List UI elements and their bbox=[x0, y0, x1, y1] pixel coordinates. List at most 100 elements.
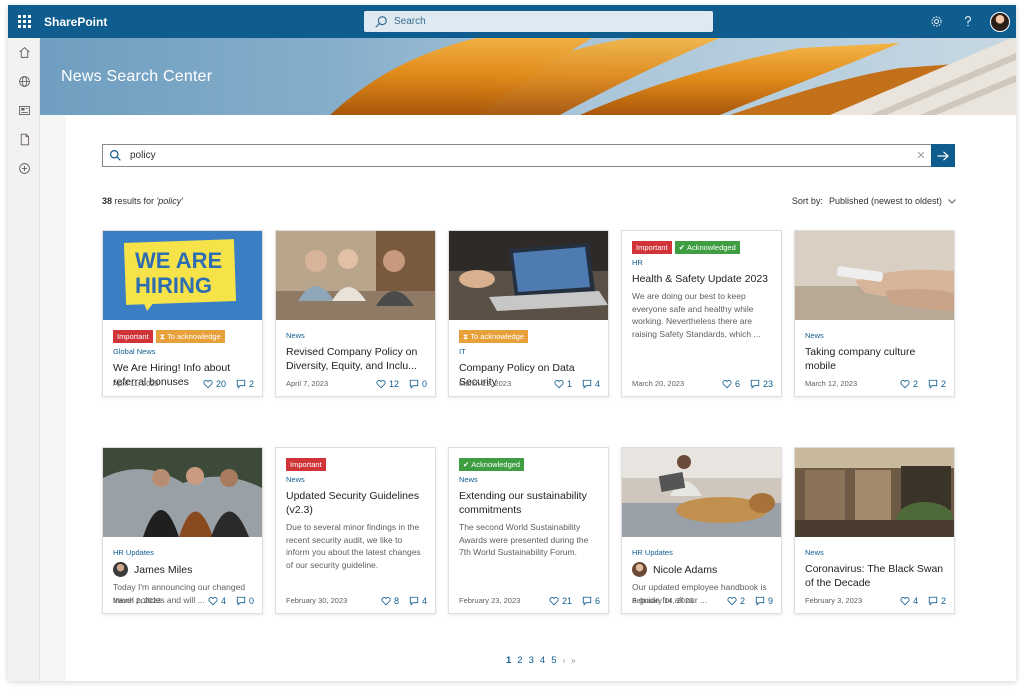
like-count: 20 bbox=[215, 378, 226, 389]
card-date: February 23, 2023 bbox=[459, 596, 521, 605]
heart-icon bbox=[722, 379, 732, 388]
card-footer: March 20, 2023 6 23 bbox=[632, 378, 773, 389]
card-footer: February 30, 2023 8 4 bbox=[286, 595, 427, 606]
comment-button[interactable]: 4 bbox=[582, 379, 600, 389]
hourglass-icon: ⧗ bbox=[159, 332, 165, 341]
heart-icon bbox=[549, 596, 559, 605]
help-icon[interactable] bbox=[952, 5, 984, 38]
comment-icon bbox=[582, 379, 592, 389]
like-button[interactable]: 12 bbox=[376, 379, 399, 389]
card-category: HR bbox=[632, 258, 643, 267]
like-button[interactable]: 1 bbox=[554, 379, 572, 389]
app-name[interactable]: SharePoint bbox=[44, 15, 107, 29]
acknowledged-badge: ✔ Acknowledged bbox=[459, 458, 525, 471]
page-3[interactable]: 3 bbox=[529, 655, 534, 666]
important-badge: Important bbox=[286, 458, 326, 471]
clear-search-icon[interactable]: ✕ bbox=[911, 145, 931, 166]
like-button[interactable]: 2 bbox=[900, 379, 918, 389]
like-button[interactable]: 20 bbox=[203, 379, 226, 389]
like-count: 4 bbox=[220, 595, 226, 606]
sort-dropdown[interactable]: Published (newest to oldest) bbox=[829, 196, 956, 206]
news-card[interactable]: HR Updates Nicole Adams Our updated empl… bbox=[621, 447, 782, 614]
page-5[interactable]: 5 bbox=[551, 655, 556, 666]
card-footer: March 22, 2023 1 4 bbox=[459, 378, 600, 389]
comment-button[interactable]: 23 bbox=[750, 379, 773, 389]
search-query-input[interactable]: policy ✕ bbox=[102, 144, 932, 167]
app-rail bbox=[8, 38, 40, 681]
hero-banner: News Search Center bbox=[40, 38, 1016, 115]
card-title: Health & Safety Update 2023 bbox=[632, 273, 769, 285]
card-category: HR Updates bbox=[632, 548, 673, 557]
card-footer: February 23, 2023 21 6 bbox=[459, 595, 600, 606]
news-card[interactable]: News Taking company culture mobile March… bbox=[794, 230, 955, 397]
card-category: News bbox=[459, 475, 478, 484]
news-card[interactable]: News Coronavirus: The Black Swan of the … bbox=[794, 447, 955, 614]
card-date: April 7, 2023 bbox=[286, 379, 329, 388]
card-category: News bbox=[805, 331, 824, 340]
like-button[interactable]: 6 bbox=[722, 379, 740, 389]
like-button[interactable]: 21 bbox=[549, 596, 572, 606]
badge-label: To acknowledge bbox=[470, 332, 525, 341]
page-1[interactable]: 1 bbox=[506, 655, 511, 666]
comment-button[interactable]: 4 bbox=[409, 596, 427, 606]
comment-button[interactable]: 2 bbox=[236, 379, 254, 389]
waffle-icon[interactable] bbox=[8, 5, 40, 38]
page-title: News Search Center bbox=[61, 68, 213, 85]
chevron-down-icon bbox=[948, 198, 956, 204]
card-date: March 20, 2023 bbox=[632, 379, 685, 388]
next-page-icon[interactable]: › bbox=[562, 656, 565, 665]
comment-icon bbox=[409, 596, 419, 606]
checkmark-icon: ✔ bbox=[463, 460, 470, 469]
news-card[interactable]: WE ARE HIRING Important ⧗ To acknowledge G… bbox=[102, 230, 263, 397]
news-card[interactable]: Important ✔ Acknowledged HR Health & Safet… bbox=[621, 230, 782, 397]
like-button[interactable]: 8 bbox=[381, 596, 399, 606]
acknowledged-badge: ✔ Acknowledged bbox=[674, 241, 740, 254]
global-search-box[interactable]: Search bbox=[364, 11, 713, 32]
comment-button[interactable]: 0 bbox=[409, 379, 427, 389]
card-image bbox=[103, 448, 262, 537]
badge-label: Acknowledged bbox=[471, 460, 521, 469]
like-button[interactable]: 4 bbox=[900, 596, 918, 606]
card-footer: February 3, 2023 4 2 bbox=[805, 595, 946, 606]
last-page-icon[interactable]: » bbox=[571, 656, 575, 665]
home-icon[interactable] bbox=[8, 38, 40, 67]
settings-icon[interactable] bbox=[920, 5, 952, 38]
news-card[interactable]: ✔ Acknowledged News Extending our sustain… bbox=[448, 447, 609, 614]
news-card[interactable]: HR Updates James Miles Today I'm announc… bbox=[102, 447, 263, 614]
card-category: News bbox=[286, 331, 305, 340]
results-summary: 38 results for 'policy' bbox=[102, 196, 183, 206]
comment-button[interactable]: 9 bbox=[755, 596, 773, 606]
important-badge: Important bbox=[632, 241, 672, 254]
add-icon[interactable] bbox=[8, 154, 40, 183]
card-date: March 22, 2023 bbox=[459, 379, 512, 388]
comment-button[interactable]: 2 bbox=[928, 596, 946, 606]
document-icon[interactable] bbox=[8, 125, 40, 154]
like-button[interactable]: 4 bbox=[208, 596, 226, 606]
like-count: 1 bbox=[566, 378, 572, 389]
comment-button[interactable]: 2 bbox=[928, 379, 946, 389]
page-4[interactable]: 4 bbox=[540, 655, 545, 666]
news-card[interactable]: Important News Updated Security Guidelin… bbox=[275, 447, 436, 614]
news-icon[interactable] bbox=[8, 96, 40, 125]
news-card[interactable]: News Revised Company Policy on Diversity… bbox=[275, 230, 436, 397]
comment-button[interactable]: 0 bbox=[236, 596, 254, 606]
card-footer: April 7, 2023 12 0 bbox=[286, 378, 427, 389]
user-avatar-button[interactable] bbox=[984, 5, 1016, 38]
like-button[interactable]: 2 bbox=[727, 596, 745, 606]
card-description: The second World Sustainability Awards w… bbox=[459, 522, 589, 557]
comment-button[interactable]: 6 bbox=[582, 596, 600, 606]
page-2[interactable]: 2 bbox=[517, 655, 522, 666]
card-footer: April 11, 2023 20 2 bbox=[113, 378, 254, 389]
comment-count: 2 bbox=[940, 378, 946, 389]
submit-search-button[interactable] bbox=[931, 144, 955, 167]
card-date: March 2, 2023 bbox=[113, 596, 161, 605]
card-image bbox=[449, 231, 608, 320]
heart-icon bbox=[727, 596, 737, 605]
card-author: Nicole Adams bbox=[632, 562, 771, 577]
comment-count: 4 bbox=[594, 378, 600, 389]
author-name: Nicole Adams bbox=[653, 563, 718, 576]
card-image bbox=[795, 448, 954, 537]
checkmark-icon: ✔ bbox=[678, 243, 685, 252]
globe-icon[interactable] bbox=[8, 67, 40, 96]
news-card[interactable]: ⧗ To acknowledge IT Company Policy on Dat… bbox=[448, 230, 609, 397]
